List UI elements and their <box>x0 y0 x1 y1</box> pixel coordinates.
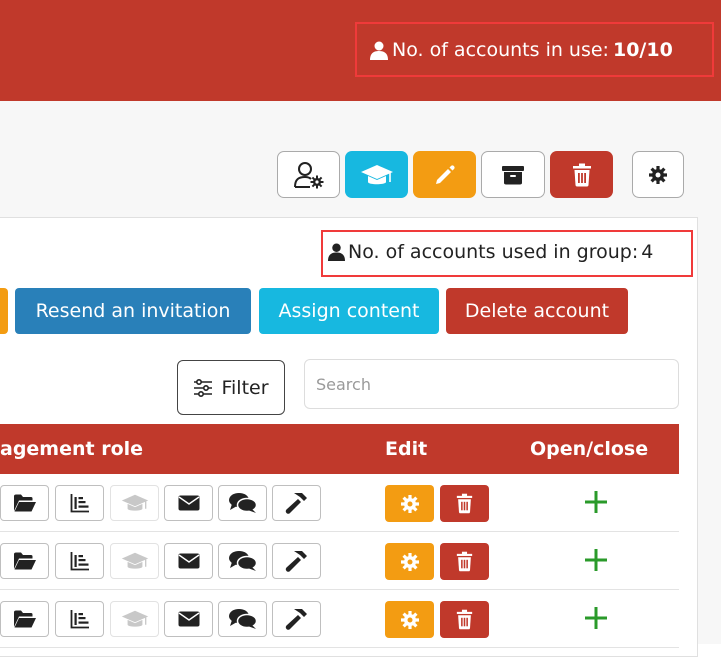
folder-open-button[interactable] <box>0 601 49 637</box>
row-settings-button[interactable] <box>385 485 434 522</box>
assign-content-button[interactable]: Assign content <box>259 288 439 334</box>
gear-icon <box>400 552 419 571</box>
archive-button[interactable] <box>481 151 545 198</box>
envelope-button[interactable] <box>164 601 213 637</box>
graduation-cap-icon <box>360 164 393 184</box>
folder-open-icon <box>13 552 36 570</box>
header-management-role: agement role <box>0 438 144 460</box>
gear-icon <box>400 610 419 629</box>
graduation-cap-button <box>110 601 159 637</box>
previous-action-button-partial[interactable] <box>0 288 8 334</box>
graduation-cap-icon <box>121 610 148 627</box>
archive-box-icon <box>502 165 524 184</box>
bar-chart-icon <box>70 610 89 629</box>
graduation-cap-button <box>110 485 159 521</box>
bar-chart-button[interactable] <box>55 485 104 521</box>
delete-button[interactable] <box>550 151 613 198</box>
envelope-icon <box>178 611 199 627</box>
group-accounts-indicator: No. of accounts used in group: 4 <box>328 241 653 263</box>
row-delete-button[interactable] <box>440 485 489 522</box>
graduation-cap-button <box>110 543 159 579</box>
accounts-in-use-indicator: No. of accounts in use: 10/10 <box>370 39 673 61</box>
envelope-button[interactable] <box>164 485 213 521</box>
hammer-button[interactable] <box>272 601 321 637</box>
table-row <box>0 590 679 648</box>
envelope-icon <box>178 553 199 569</box>
trash-icon <box>572 163 591 186</box>
graduation-cap-icon <box>121 494 148 511</box>
user-gear-icon <box>293 161 323 188</box>
settings-button[interactable] <box>632 151 684 198</box>
graduation-cap-icon <box>121 552 148 569</box>
bar-chart-icon <box>70 552 89 571</box>
edit-button[interactable] <box>413 151 476 198</box>
comments-icon <box>228 609 257 629</box>
envelope-button[interactable] <box>164 543 213 579</box>
header-open-close: Open/close <box>530 438 649 460</box>
group-accounts-value: 4 <box>641 241 654 263</box>
header-edit: Edit <box>385 438 428 460</box>
hammer-icon <box>285 609 307 630</box>
comments-icon <box>228 493 257 513</box>
expand-plus-icon[interactable] <box>583 547 609 573</box>
comments-button[interactable] <box>218 485 267 521</box>
hammer-button[interactable] <box>272 543 321 579</box>
user-icon <box>328 243 345 261</box>
comments-button[interactable] <box>218 601 267 637</box>
hammer-icon <box>285 551 307 572</box>
accounts-in-use-label: No. of accounts in use: <box>392 39 609 61</box>
search-input[interactable] <box>304 359 679 409</box>
resend-invitation-button[interactable]: Resend an invitation <box>15 288 251 334</box>
table-row <box>0 532 679 590</box>
hammer-button[interactable] <box>272 485 321 521</box>
hammer-icon <box>285 493 307 514</box>
trash-icon <box>456 609 473 630</box>
folder-open-button[interactable] <box>0 485 49 521</box>
trash-icon <box>456 551 473 572</box>
table-header: agement role Edit Open/close <box>0 424 679 474</box>
comments-icon <box>228 551 257 571</box>
user-icon <box>370 41 388 60</box>
row-settings-button[interactable] <box>385 601 434 638</box>
row-settings-button[interactable] <box>385 543 434 580</box>
folder-open-icon <box>13 494 36 512</box>
expand-plus-icon[interactable] <box>583 605 609 631</box>
gear-icon <box>649 165 667 184</box>
bar-chart-button[interactable] <box>55 543 104 579</box>
courses-button[interactable] <box>345 151 408 198</box>
table-row <box>0 474 679 532</box>
delete-account-button[interactable]: Delete account <box>446 288 628 334</box>
comments-button[interactable] <box>218 543 267 579</box>
filter-button[interactable]: Filter <box>177 360 285 415</box>
bar-chart-icon <box>70 494 89 513</box>
row-delete-button[interactable] <box>440 601 489 638</box>
envelope-icon <box>178 495 199 511</box>
row-delete-button[interactable] <box>440 543 489 580</box>
accounts-in-use-value: 10/10 <box>612 39 673 61</box>
expand-plus-icon[interactable] <box>583 489 609 515</box>
group-accounts-label: No. of accounts used in group: <box>348 241 639 263</box>
user-settings-button[interactable] <box>277 151 340 198</box>
trash-icon <box>456 493 473 514</box>
filter-label: Filter <box>221 376 269 399</box>
pencil-icon <box>435 164 455 184</box>
bar-chart-button[interactable] <box>55 601 104 637</box>
folder-open-button[interactable] <box>0 543 49 579</box>
gear-icon <box>400 494 419 513</box>
folder-open-icon <box>13 610 36 628</box>
sliders-icon <box>194 378 213 397</box>
